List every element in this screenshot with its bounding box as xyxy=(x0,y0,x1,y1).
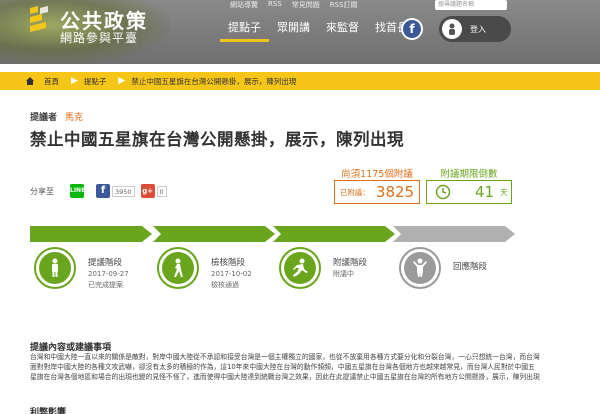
stage-review-status: 檢核通過 xyxy=(211,281,239,289)
stage-review-title: 檢核階段 xyxy=(211,258,246,268)
deadline-label: 附議期限倒數 xyxy=(440,169,498,180)
stage-response xyxy=(399,247,441,289)
breadcrumb-separator-icon: ▶ xyxy=(71,76,78,86)
breadcrumb-current: 禁止中國五星旗在台灣公開懸掛，展示，陳列出現 xyxy=(131,76,297,86)
search-input[interactable]: 搜尋議題名稱 xyxy=(435,0,507,10)
signatures-needed: 尚須1175個附議 xyxy=(341,169,413,180)
person-cheering-icon xyxy=(413,258,427,277)
signature-count-label: 已附議： xyxy=(339,187,370,197)
pros-cons-title: 利弊影響 xyxy=(30,408,67,414)
signature-count: 3825 xyxy=(375,183,415,201)
breadcrumb-home[interactable]: 首頁 xyxy=(38,76,71,87)
login-label: 登入 xyxy=(470,24,486,34)
facebook-share-icon[interactable]: f xyxy=(96,184,110,198)
stage-bar-4 xyxy=(393,226,515,242)
deadline-days: 41 xyxy=(475,183,495,201)
signature-count-box: 已附議： 3825 xyxy=(334,180,420,204)
stage-seconding-status: 附議中 xyxy=(333,270,354,278)
facebook-icon: f xyxy=(403,20,421,38)
site-header: 公共政策 網路參與平臺 網站導覽 RSS 常見問題 RSS訂閱 搜尋議題名稱 提… xyxy=(0,0,600,64)
util-link-rss[interactable]: RSS xyxy=(268,0,282,10)
proposer: 提議者 馬克 xyxy=(30,110,83,123)
nav-item-discussions[interactable]: 眾開講 xyxy=(269,22,318,44)
proposer-name: 馬克 xyxy=(65,113,84,123)
login-button[interactable]: 登入 xyxy=(439,16,511,42)
stage-review-date: 2017-10-02 xyxy=(211,270,252,278)
stage-bar-3 xyxy=(273,226,395,242)
main-nav: 提點子 眾開講 來監督 找首長 xyxy=(220,22,416,44)
person-walking-icon xyxy=(174,258,183,277)
stage-propose-date: 2017-09-27 xyxy=(88,270,129,278)
stage-seconding xyxy=(279,247,321,289)
breadcrumb-separator-icon: ▶ xyxy=(118,76,126,86)
share-bar: 分享至 LINE f 3950 g+ 0 xyxy=(30,184,173,198)
person-standing-icon xyxy=(52,258,58,277)
stage-seconding-title: 附議階段 xyxy=(333,258,368,268)
site-logo-icon[interactable] xyxy=(26,4,54,36)
stage-review xyxy=(157,247,199,289)
stage-propose xyxy=(34,247,76,289)
util-link-rss-subscribe[interactable]: RSS訂閱 xyxy=(330,0,358,10)
stage-propose-title: 提議階段 xyxy=(88,258,123,268)
user-icon xyxy=(442,19,462,39)
google-plus-share-icon[interactable]: g+ xyxy=(140,184,155,198)
description-body: 台灣和中國大陸一直以來的關係是敵對，對岸中國大陸從不承認和接受台灣是一個主權獨立… xyxy=(30,353,540,381)
site-subtitle[interactable]: 網路參與平臺 xyxy=(60,29,138,46)
nav-item-supervise[interactable]: 來監督 xyxy=(318,22,367,44)
stage-response-title: 回應階段 xyxy=(453,262,488,272)
home-icon xyxy=(26,77,34,85)
facebook-link[interactable]: f xyxy=(401,18,423,40)
stage-bar-2 xyxy=(153,226,275,242)
util-link-sitemap[interactable]: 網站導覽 xyxy=(230,0,258,10)
breadcrumb-proposals[interactable]: 提點子 xyxy=(78,76,119,87)
breadcrumb: 首頁 ▶ 提點子 ▶ 禁止中國五星旗在台灣公開懸掛，展示，陳列出現 xyxy=(0,72,600,90)
person-running-icon xyxy=(293,258,308,277)
google-plus-share-count: 0 xyxy=(156,185,167,197)
stage-propose-text: 提議階段 2017-09-27 已完成提案 xyxy=(88,258,129,291)
clock-icon xyxy=(435,184,451,200)
stage-review-text: 檢核階段 2017-10-02 檢核通過 xyxy=(211,258,252,291)
share-label: 分享至 xyxy=(30,186,54,196)
stage-bar-1 xyxy=(30,226,152,242)
util-link-faq[interactable]: 常見問題 xyxy=(292,0,320,10)
proposer-label: 提議者 xyxy=(30,113,58,123)
facebook-share-count: 3950 xyxy=(112,185,135,197)
nav-item-proposals[interactable]: 提點子 xyxy=(220,22,269,42)
page-title: 禁止中國五星旗在台灣公開懸掛，展示，陳列出現 xyxy=(30,130,404,149)
stage-propose-status: 已完成提案 xyxy=(88,281,123,289)
stage-response-text: 回應階段 xyxy=(453,262,487,273)
stage-seconding-text: 附議階段 附議中 xyxy=(333,258,367,280)
deadline-unit: 天 xyxy=(500,187,508,197)
line-share-icon[interactable]: LINE xyxy=(70,184,85,198)
deadline-box: 41 天 xyxy=(426,180,512,204)
utility-links: 網站導覽 RSS 常見問題 RSS訂閱 xyxy=(230,0,358,10)
